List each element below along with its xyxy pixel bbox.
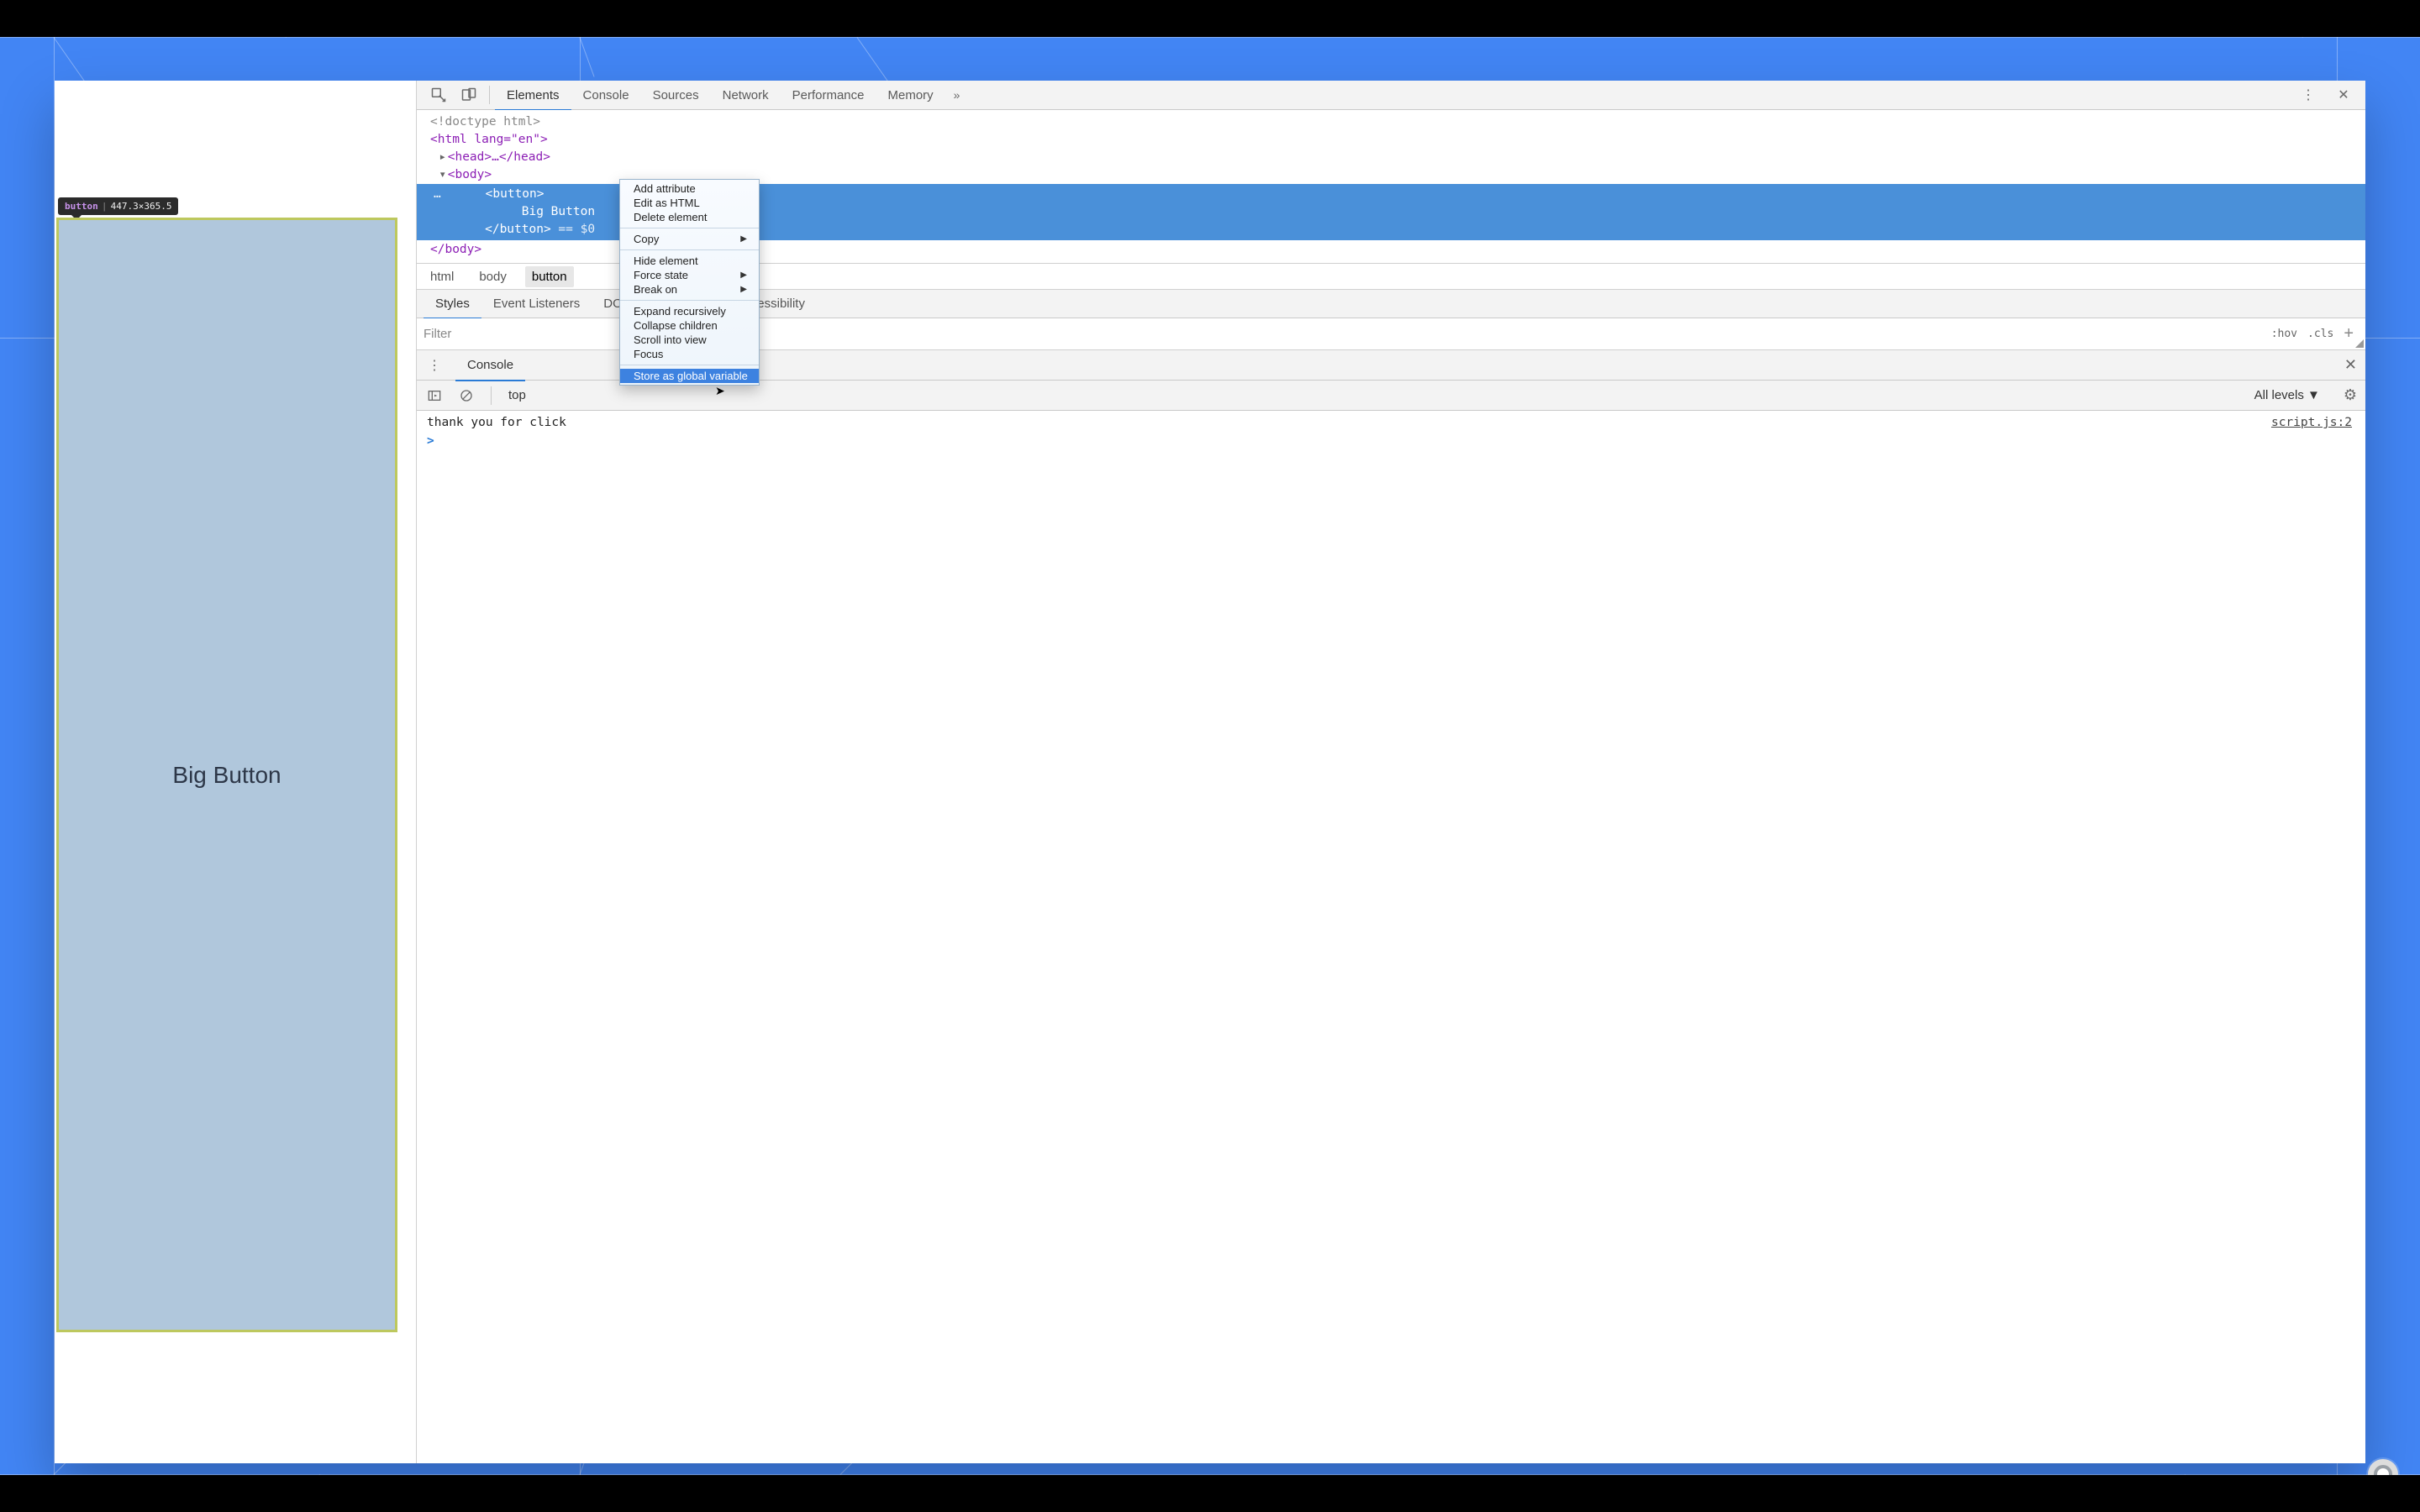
- dom-body-close: </body>: [430, 243, 481, 256]
- dom-head[interactable]: <head>…</head>: [448, 150, 550, 164]
- submenu-arrow-icon: ▶: [740, 270, 747, 280]
- ctx-collapse-children[interactable]: Collapse children: [620, 318, 759, 333]
- hov-toggle[interactable]: :hov: [2266, 325, 2302, 343]
- ctx-break-on[interactable]: Break on▶: [620, 282, 759, 297]
- resize-corner-icon[interactable]: [2355, 339, 2364, 348]
- console-drawer-tab[interactable]: Console: [455, 350, 525, 381]
- ctx-scroll-into-view[interactable]: Scroll into view: [620, 333, 759, 347]
- ctx-focus[interactable]: Focus: [620, 347, 759, 361]
- element-hover-tooltip: button | 447.3×365.5: [58, 197, 178, 215]
- crumb-html[interactable]: html: [424, 266, 460, 287]
- console-settings-icon[interactable]: ⚙: [2335, 386, 2365, 404]
- close-drawer-icon[interactable]: ✕: [2336, 356, 2365, 374]
- console-context-select[interactable]: top: [503, 388, 531, 402]
- crumb-button[interactable]: button: [525, 266, 574, 287]
- chrome-logo-icon: [2368, 1459, 2398, 1475]
- dom-doctype: <!doctype html>: [430, 115, 540, 129]
- devtools-tabbar: Elements Console Sources Network Perform…: [417, 81, 2365, 110]
- ctx-copy[interactable]: Copy▶: [620, 232, 759, 246]
- dom-html[interactable]: <html lang="en">: [430, 133, 548, 146]
- crumb-body[interactable]: body: [472, 266, 513, 287]
- console-levels-select[interactable]: All levels ▼: [2254, 388, 2328, 402]
- big-button-label: Big Button: [172, 762, 281, 789]
- presentation-stage: button | 447.3×365.5 Big Button: [0, 37, 2420, 1475]
- console-drawer-menu-icon[interactable]: ⋮: [422, 353, 447, 378]
- close-devtools-icon[interactable]: ✕: [2328, 81, 2359, 110]
- tab-memory[interactable]: Memory: [876, 81, 945, 110]
- tab-console[interactable]: Console: [571, 81, 641, 110]
- ctx-delete-element[interactable]: Delete element: [620, 210, 759, 224]
- submenu-arrow-icon: ▶: [740, 234, 747, 244]
- hover-tag: button: [65, 201, 98, 212]
- devtools-panel: Elements Console Sources Network Perform…: [416, 81, 2365, 1463]
- console-log-row: thank you for click script.js:2: [427, 416, 2355, 429]
- browser-window: button | 447.3×365.5 Big Button: [55, 81, 2365, 1463]
- tab-elements[interactable]: Elements: [495, 81, 571, 110]
- tab-performance[interactable]: Performance: [781, 81, 876, 110]
- console-log-source-link[interactable]: script.js:2: [2271, 416, 2355, 429]
- clear-console-icon[interactable]: [454, 383, 479, 408]
- ctx-store-as-global[interactable]: Store as global variable: [620, 369, 759, 383]
- ctx-add-attribute[interactable]: Add attribute: [620, 181, 759, 196]
- dom-body[interactable]: <body>: [448, 168, 492, 181]
- console-body[interactable]: thank you for click script.js:2 >: [417, 411, 2365, 1463]
- big-button[interactable]: Big Button: [56, 218, 397, 1332]
- context-menu: Add attribute Edit as HTML Delete elemen…: [619, 179, 760, 386]
- subtab-styles[interactable]: Styles: [424, 290, 481, 318]
- console-log-text: thank you for click: [427, 416, 566, 429]
- console-prompt[interactable]: >: [427, 429, 2355, 448]
- more-tabs-icon[interactable]: »: [945, 88, 969, 102]
- rendered-page: button | 447.3×365.5 Big Button: [55, 81, 416, 1463]
- hover-size: 447.3×365.5: [111, 201, 172, 212]
- ctx-expand-recursively[interactable]: Expand recursively: [620, 304, 759, 318]
- ctx-force-state[interactable]: Force state▶: [620, 268, 759, 282]
- mouse-cursor-icon: ➤: [715, 384, 725, 398]
- inspect-icon[interactable]: [424, 81, 454, 110]
- ctx-edit-as-html[interactable]: Edit as HTML: [620, 196, 759, 210]
- ctx-hide-element[interactable]: Hide element: [620, 254, 759, 268]
- tab-network[interactable]: Network: [711, 81, 781, 110]
- submenu-arrow-icon: ▶: [740, 285, 747, 294]
- cls-toggle[interactable]: .cls: [2302, 325, 2338, 343]
- kebab-menu-icon[interactable]: ⋮: [2293, 81, 2323, 110]
- console-sidebar-toggle-icon[interactable]: [422, 383, 447, 408]
- tab-sources[interactable]: Sources: [641, 81, 711, 110]
- subtab-event-listeners[interactable]: Event Listeners: [481, 290, 592, 318]
- device-toggle-icon[interactable]: [454, 81, 484, 110]
